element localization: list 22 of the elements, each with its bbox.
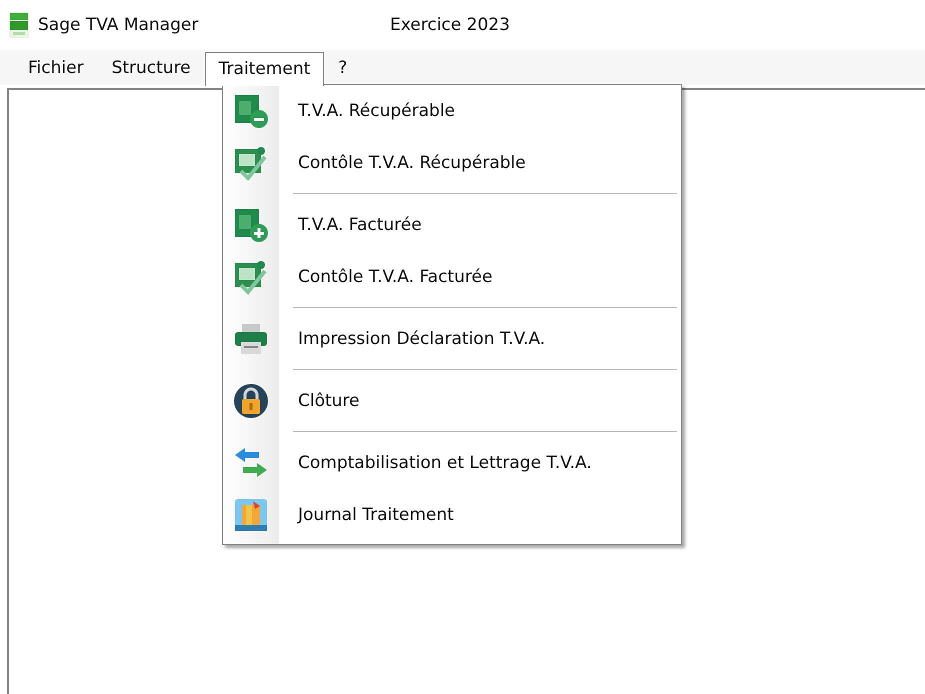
journal-icon bbox=[233, 497, 269, 533]
sheet-minus-icon bbox=[233, 93, 269, 129]
menu-item[interactable]: ? bbox=[324, 51, 362, 85]
menu-option[interactable]: Contôle T.V.A. Facturée bbox=[298, 267, 492, 287]
menu-item[interactable]: Structure bbox=[98, 51, 205, 85]
printer-icon bbox=[233, 321, 269, 357]
sheet-check-icon bbox=[233, 259, 269, 295]
sheet-plus-icon bbox=[233, 207, 269, 243]
window-title: Sage TVA Manager bbox=[38, 15, 200, 35]
menu-option[interactable]: T.V.A. Récupérable bbox=[298, 101, 456, 121]
menu-option[interactable]: T.V.A. Facturée bbox=[298, 215, 422, 235]
sheet-check-icon bbox=[233, 145, 269, 181]
menu-option[interactable]: Impression Déclaration T.V.A. bbox=[298, 329, 546, 349]
menu-item[interactable]: Fichier bbox=[14, 51, 98, 85]
window-subtitle: Exercice 2023 bbox=[390, 15, 510, 35]
menu-option[interactable]: Journal Traitement bbox=[298, 505, 454, 525]
menu-option[interactable]: Contôle T.V.A. Récupérable bbox=[298, 153, 526, 173]
menu-item[interactable]: Traitement bbox=[204, 52, 324, 86]
padlock-icon bbox=[233, 383, 269, 419]
menu-option[interactable]: Clôture bbox=[298, 391, 360, 411]
menu-option[interactable]: Comptabilisation et Lettrage T.V.A. bbox=[298, 453, 592, 473]
app-logo-icon bbox=[8, 10, 30, 40]
